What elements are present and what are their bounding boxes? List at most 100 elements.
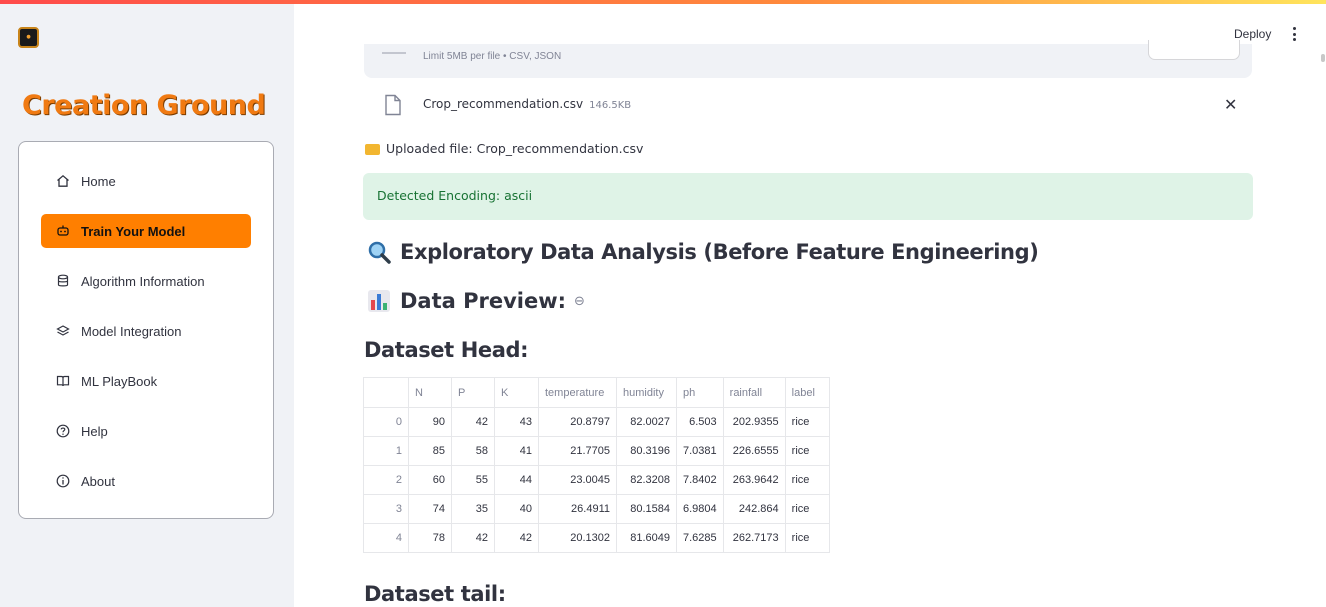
- sidebar-item-about[interactable]: About: [41, 464, 251, 498]
- table-row: 0 90 42 43 20.8797 82.0027 6.503 202.935…: [363, 407, 830, 437]
- sidebar-item-label: ML PlayBook: [81, 373, 158, 389]
- table-cell[interactable]: 44: [494, 465, 539, 495]
- eda-heading: Exploratory Data Analysis (Before Featur…: [366, 239, 1039, 265]
- remove-file-icon[interactable]: ✕: [1224, 95, 1237, 114]
- encoding-success-alert: Detected Encoding: ascii: [363, 173, 1253, 220]
- table-cell[interactable]: 226.6555: [722, 436, 786, 466]
- file-name: Crop_recommendation.csv: [423, 97, 584, 111]
- book-icon: [55, 373, 71, 389]
- sidebar-item-ml-playbook[interactable]: ML PlayBook: [41, 364, 251, 398]
- table-cell[interactable]: 42: [451, 407, 495, 437]
- scrollbar[interactable]: [1321, 54, 1325, 62]
- table-cell[interactable]: 43: [494, 407, 539, 437]
- table-cell[interactable]: 7.0381: [676, 436, 724, 466]
- column-header[interactable]: P: [451, 377, 495, 408]
- sidebar-item-label: Train Your Model: [81, 223, 186, 239]
- file-name-wrap: Crop_recommendation.csv 146.5KB: [423, 97, 631, 111]
- table-cell[interactable]: 82.3208: [616, 465, 677, 495]
- sidebar-item-algorithm-information[interactable]: Algorithm Information: [41, 264, 251, 298]
- file-icon: [384, 94, 402, 120]
- eda-heading-text: Exploratory Data Analysis (Before Featur…: [400, 240, 1039, 264]
- info-circle-icon: [55, 473, 71, 489]
- table-cell[interactable]: 7.6285: [676, 523, 724, 553]
- dataset-head-heading: Dataset Head:: [364, 338, 529, 362]
- table-cell[interactable]: 35: [451, 494, 495, 524]
- table-cell[interactable]: rice: [784, 523, 830, 553]
- home-icon: [55, 173, 71, 189]
- table-cell[interactable]: 41: [494, 436, 539, 466]
- browse-files-button[interactable]: [1148, 40, 1240, 60]
- table-cell[interactable]: 242.864: [722, 494, 786, 524]
- row-index[interactable]: 1: [363, 436, 409, 466]
- column-header[interactable]: rainfall: [722, 377, 786, 408]
- column-header[interactable]: humidity: [616, 377, 677, 408]
- layers-icon: [55, 323, 71, 339]
- row-index[interactable]: 0: [363, 407, 409, 437]
- table-cell[interactable]: 40: [494, 494, 539, 524]
- table-cell[interactable]: 80.3196: [616, 436, 677, 466]
- column-header[interactable]: [363, 377, 409, 408]
- data-preview-heading: Data Preview: ⊖: [366, 288, 585, 314]
- anchor-link-icon[interactable]: ⊖: [574, 294, 585, 309]
- column-header[interactable]: N: [408, 377, 452, 408]
- sidebar-item-train-your-model[interactable]: Train Your Model: [41, 214, 251, 248]
- table-cell[interactable]: rice: [784, 436, 830, 466]
- dataset-head-table[interactable]: N P K temperature humidity ph rainfall l…: [363, 377, 830, 553]
- sidebar: ● Creation Ground Home Train Your Model …: [0, 4, 294, 607]
- table-cell[interactable]: 80.1584: [616, 494, 677, 524]
- deploy-button[interactable]: Deploy: [1234, 27, 1271, 41]
- upload-limit-text: Limit 5MB per file • CSV, JSON: [423, 51, 562, 62]
- table-cell[interactable]: 82.0027: [616, 407, 677, 437]
- sidebar-item-label: Home: [81, 173, 116, 189]
- table-cell[interactable]: 20.8797: [538, 407, 617, 437]
- table-cell[interactable]: 81.6049: [616, 523, 677, 553]
- table-cell[interactable]: rice: [784, 407, 830, 437]
- table-cell[interactable]: 21.7705: [538, 436, 617, 466]
- sidebar-item-model-integration[interactable]: Model Integration: [41, 314, 251, 348]
- data-preview-text: Data Preview:: [400, 289, 567, 313]
- database-icon: [55, 273, 71, 289]
- table-cell[interactable]: 58: [451, 436, 495, 466]
- uploaded-file-row: Crop_recommendation.csv 146.5KB ✕: [364, 88, 1252, 122]
- table-cell[interactable]: 85: [408, 436, 452, 466]
- table-cell[interactable]: 60: [408, 465, 452, 495]
- sidebar-item-home[interactable]: Home: [41, 164, 251, 198]
- row-index[interactable]: 4: [363, 523, 409, 553]
- column-header[interactable]: temperature: [538, 377, 617, 408]
- table-cell[interactable]: 78: [408, 523, 452, 553]
- table-cell[interactable]: 23.0045: [538, 465, 617, 495]
- table-cell[interactable]: 262.7173: [722, 523, 786, 553]
- main-menu-icon[interactable]: [1290, 26, 1298, 42]
- table-cell[interactable]: rice: [784, 494, 830, 524]
- table-cell[interactable]: rice: [784, 465, 830, 495]
- table-cell[interactable]: 42: [494, 523, 539, 553]
- table-cell[interactable]: 20.1302: [538, 523, 617, 553]
- table-row: 4 78 42 42 20.1302 81.6049 7.6285 262.71…: [363, 523, 830, 553]
- table-row: 1 85 58 41 21.7705 80.3196 7.0381 226.65…: [363, 436, 830, 466]
- row-index[interactable]: 2: [363, 465, 409, 495]
- table-header-row: N P K temperature humidity ph rainfall l…: [363, 377, 830, 408]
- table-cell[interactable]: 6.503: [676, 407, 724, 437]
- table-row: 3 74 35 40 26.4911 80.1584 6.9804 242.86…: [363, 494, 830, 524]
- file-uploader-dropzone[interactable]: Limit 5MB per file • CSV, JSON: [364, 40, 1252, 78]
- app-logo-icon: ●: [18, 27, 39, 48]
- sidebar-item-help[interactable]: Help: [41, 414, 251, 448]
- row-index[interactable]: 3: [363, 494, 409, 524]
- question-circle-icon: [55, 423, 71, 439]
- table-cell[interactable]: 202.9355: [722, 407, 786, 437]
- file-size: 146.5KB: [589, 100, 632, 111]
- table-cell[interactable]: 42: [451, 523, 495, 553]
- table-cell[interactable]: 55: [451, 465, 495, 495]
- table-cell[interactable]: 7.8402: [676, 465, 724, 495]
- table-cell[interactable]: 74: [408, 494, 452, 524]
- table-cell[interactable]: 263.9642: [722, 465, 786, 495]
- column-header[interactable]: label: [784, 377, 830, 408]
- uploaded-file-text: Uploaded file: Crop_recommendation.csv: [386, 141, 644, 156]
- sidebar-item-label: Algorithm Information: [81, 273, 205, 289]
- table-cell[interactable]: 6.9804: [676, 494, 724, 524]
- table-cell[interactable]: 26.4911: [538, 494, 617, 524]
- column-header[interactable]: K: [494, 377, 539, 408]
- table-cell[interactable]: 90: [408, 407, 452, 437]
- column-header[interactable]: ph: [676, 377, 724, 408]
- dataset-tail-heading: Dataset tail:: [364, 582, 506, 606]
